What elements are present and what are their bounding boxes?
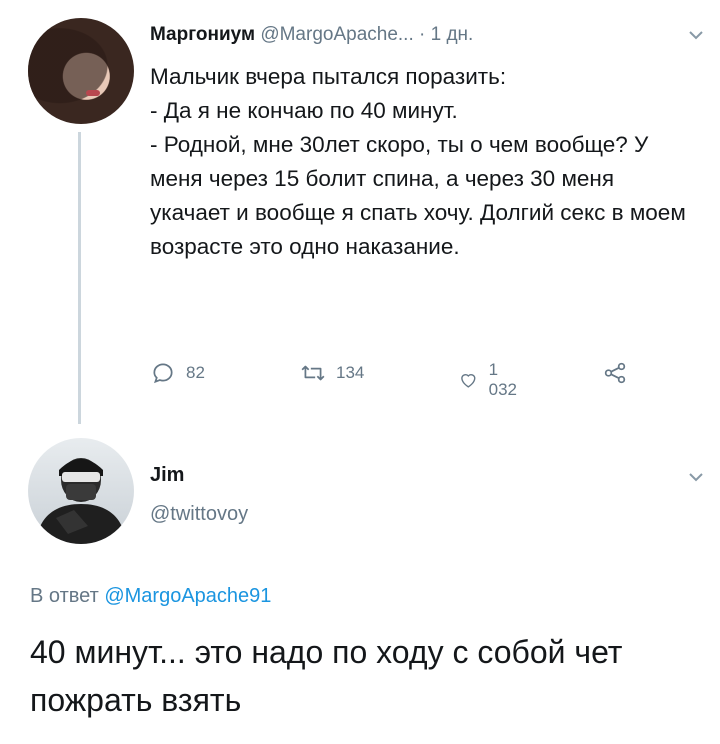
tweet-time[interactable]: · 1 дн. — [419, 24, 473, 45]
reply-count: 82 — [186, 363, 205, 382]
tweet-menu-button[interactable] — [688, 28, 704, 46]
retweet-count: 134 — [336, 363, 365, 382]
reply-menu-button[interactable] — [688, 470, 704, 488]
retweet-icon — [301, 365, 325, 381]
like-button[interactable]: 1 032 — [458, 360, 522, 400]
retweet-button[interactable]: 134 — [300, 360, 364, 386]
reply-prefix: В ответ — [30, 585, 99, 607]
author-avatar[interactable] — [28, 18, 134, 124]
reply-author-avatar[interactable] — [28, 438, 134, 544]
tweet-text: Мальчик вчера пытался поразить: - Да я н… — [150, 64, 686, 259]
chevron-down-icon — [689, 473, 703, 482]
chevron-down-icon — [689, 31, 703, 40]
like-icon — [461, 374, 476, 388]
avatar-hair — [28, 18, 134, 124]
thread-line — [78, 132, 81, 424]
reply-author-handle[interactable]: @twittovoy — [150, 503, 248, 526]
reply-mention-link[interactable]: @MargoApache91 — [104, 585, 271, 607]
tweet-header: Маргониум @MargoApache... · 1 дн. — [150, 24, 473, 46]
reply-button[interactable]: 82 — [150, 360, 205, 386]
share-icon — [604, 362, 626, 384]
reply-context: В ответ @MargoApache91 — [30, 585, 271, 608]
reply-text: 40 минут... это надо по ходу с собой чет… — [30, 634, 623, 718]
share-button[interactable] — [602, 360, 628, 386]
author-handle[interactable]: @MargoApache... — [260, 24, 413, 45]
author-name[interactable]: Маргониум — [150, 24, 255, 45]
avatar-figure — [36, 458, 126, 544]
reply-author-name[interactable]: Jim — [150, 464, 184, 487]
avatar-lips — [86, 90, 100, 96]
comment-icon — [153, 363, 173, 384]
like-count: 1 032 — [488, 360, 517, 399]
